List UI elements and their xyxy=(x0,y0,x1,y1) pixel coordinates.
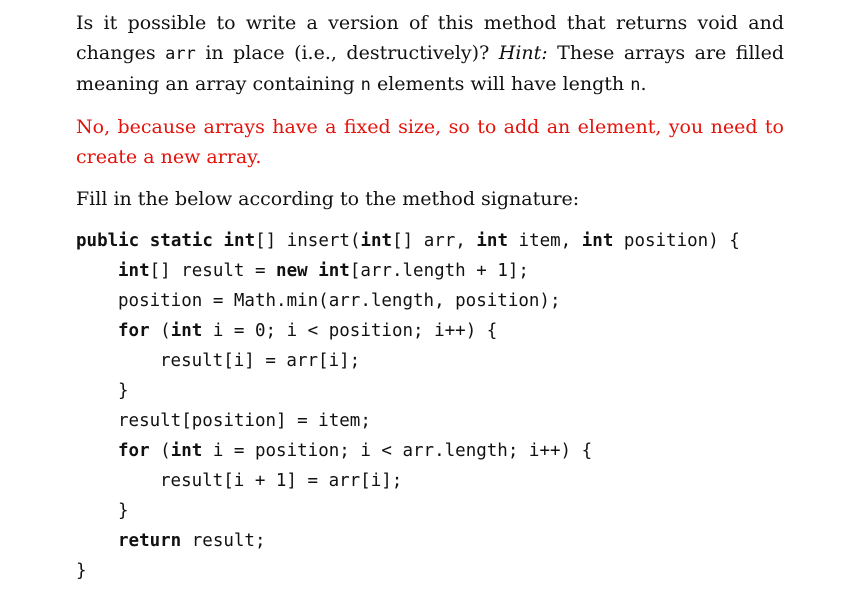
inline-code-n-2: n xyxy=(630,75,641,95)
code-text: position = Math.min(arr.length, position… xyxy=(118,291,561,311)
code-text: [] result = xyxy=(149,261,277,281)
answer-paragraph: No, because arrays have a fixed size, so… xyxy=(76,116,784,168)
code-keyword: int xyxy=(170,321,203,341)
code-line: } xyxy=(76,556,784,586)
document-page: Is it possible to write a version of thi… xyxy=(76,8,784,586)
code-line: result[position] = item; xyxy=(76,406,784,436)
instruction-paragraph: Fill in the below according to the metho… xyxy=(76,188,580,210)
code-keyword: return xyxy=(118,531,182,551)
code-line: } xyxy=(76,496,784,526)
code-text: [arr.length + 1]; xyxy=(349,261,529,281)
code-text: item, xyxy=(508,231,582,251)
code-keyword: public static int xyxy=(76,231,256,251)
code-line: } xyxy=(76,376,784,406)
code-block: public static int[] insert(int[] arr, in… xyxy=(76,226,784,586)
code-text: } xyxy=(76,561,87,581)
code-text: result[i] = arr[i]; xyxy=(160,351,361,371)
code-text: i = 0; i < position; i++) { xyxy=(202,321,498,341)
code-line: for (int i = position; i < arr.length; i… xyxy=(76,436,784,466)
code-text: i = position; i < arr.length; i++) { xyxy=(202,441,593,461)
code-text: result[i + 1] = arr[i]; xyxy=(160,471,403,491)
code-text: result; xyxy=(181,531,266,551)
code-keyword: for xyxy=(118,321,150,341)
code-line: position = Math.min(arr.length, position… xyxy=(76,286,784,316)
code-text: [] arr, xyxy=(392,231,477,251)
code-line: result[i] = arr[i]; xyxy=(76,346,784,376)
question-text-4: elements will have length xyxy=(370,73,631,95)
code-keyword: int xyxy=(360,231,393,251)
code-line: result[i + 1] = arr[i]; xyxy=(76,466,784,496)
code-text: ( xyxy=(149,441,171,461)
code-keyword: for xyxy=(118,441,150,461)
question-paragraph: Is it possible to write a version of thi… xyxy=(76,8,784,100)
code-text: ( xyxy=(149,321,171,341)
code-line: int[] result = new int[arr.length + 1]; xyxy=(76,256,784,286)
code-keyword: new int xyxy=(276,261,350,281)
code-text: } xyxy=(118,381,129,401)
method-signature: public static int[] insert(int[] arr, in… xyxy=(76,226,784,256)
inline-code-n: n xyxy=(360,75,371,95)
code-line: return result; xyxy=(76,526,784,556)
code-text: position) { xyxy=(613,231,740,251)
question-text-2: in place (i.e., destructively)? xyxy=(195,42,499,64)
code-text: } xyxy=(118,501,129,521)
code-keyword: int xyxy=(170,441,203,461)
question-text-5: . xyxy=(640,73,647,95)
code-text: [] insert( xyxy=(255,231,361,251)
hint-label: Hint: xyxy=(498,42,548,64)
code-keyword: int xyxy=(118,261,150,281)
inline-code-arr: arr xyxy=(165,44,196,64)
code-text: result[position] = item; xyxy=(118,411,371,431)
code-line: for (int i = 0; i < position; i++) { xyxy=(76,316,784,346)
code-keyword: int xyxy=(476,231,508,251)
code-keyword: int xyxy=(581,231,614,251)
